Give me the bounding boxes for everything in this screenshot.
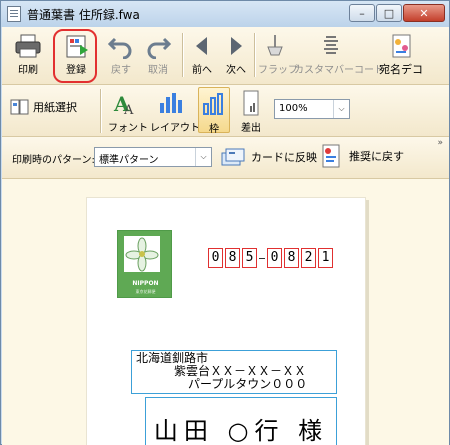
recipient-name-frame[interactable]: 山田 ○行 様 — [145, 397, 337, 445]
pattern-toolbar: 印刷時のパターン: 標準パターン ⌵ カードに反映 推奨に戻す » — [2, 137, 449, 179]
address-frame[interactable]: 北海道釧路市 紫雲台ＸＸ－ＸＸ－ＸＸ パープルタウン０００ — [131, 350, 337, 394]
frame-button[interactable]: 枠 — [198, 87, 230, 135]
triangle-left-icon — [196, 37, 207, 55]
deco-card-icon — [392, 34, 411, 58]
apply-to-card-button[interactable]: カードに反映 — [220, 145, 317, 169]
stamp-country: NIPPON — [132, 280, 159, 287]
paper-select-button[interactable]: 用紙選択 — [10, 97, 77, 117]
zip-digit: 5 — [242, 248, 257, 268]
custom-barcode-button[interactable]: カスタマバーコード — [294, 33, 384, 76]
print-button[interactable]: 印刷 — [10, 33, 46, 76]
triangle-right-icon — [231, 37, 242, 55]
flap-button[interactable]: フラップ — [258, 33, 298, 76]
postcard: NIPPON 東京花郵便 0 8 5 0 8 2 1 北海道釧路市 紫雲台ＸＸ－… — [86, 197, 366, 445]
zip-dash — [259, 257, 265, 259]
toolbar-separator — [182, 33, 183, 77]
stamp-subtitle: 東京花郵便 — [135, 289, 156, 294]
undo-arrow-icon — [108, 37, 132, 59]
previous-button[interactable]: 前へ — [188, 33, 216, 76]
redo-arrow-icon — [147, 37, 171, 59]
toolbar-separator — [100, 89, 101, 133]
flap-lamp-icon — [267, 35, 283, 56]
main-toolbar: 印刷 登録 戻す 取消 前へ 次へ フラップ カスタマバーコード 宛名デコ — [2, 27, 449, 85]
zip-digit: 0 — [208, 248, 223, 268]
zip-digit: 8 — [225, 248, 240, 268]
address-line: パープルタウン０００ — [188, 377, 308, 391]
toolbar-overflow-chevron-icon[interactable]: » — [437, 138, 443, 148]
preview-area: NIPPON 東京花郵便 0 8 5 0 8 2 1 北海道釧路市 紫雲台ＸＸ－… — [2, 179, 449, 445]
minimize-button[interactable]: – — [349, 4, 375, 22]
barcode-icon — [324, 36, 338, 54]
apply-cards-icon — [221, 148, 245, 166]
next-button[interactable]: 次へ — [222, 33, 250, 76]
svg-text:A: A — [123, 103, 134, 117]
paper-select-icon — [10, 99, 29, 115]
frame-icon — [203, 93, 223, 115]
revert-recommended-button[interactable]: 推奨に戻す — [318, 143, 404, 169]
maximize-button[interactable]: □ — [376, 4, 402, 22]
chevron-down-icon: ⌵ — [333, 100, 349, 118]
flower-stamp-icon — [124, 236, 160, 272]
zip-digit: 8 — [284, 248, 299, 268]
toolbar-separator — [254, 33, 255, 77]
title-bar: 普通葉書 住所録.fwa – □ ✕ — [1, 1, 449, 27]
zip-digit: 1 — [318, 248, 333, 268]
format-toolbar: 用紙選択 A A フォント レイアウト 枠 差出 100% ⌵ — [2, 85, 449, 137]
printer-icon — [15, 34, 41, 58]
addressee-deco-button[interactable]: 宛名デコ — [376, 33, 426, 77]
document-icon — [7, 6, 21, 22]
print-pattern-label: 印刷時のパターン: — [12, 155, 95, 166]
zoom-select[interactable]: 100% ⌵ — [274, 99, 350, 119]
app-window: 普通葉書 住所録.fwa – □ ✕ 印刷 登録 戻す 取消 前へ 次へ フラッ… — [0, 0, 450, 445]
chevron-down-icon: ⌵ — [195, 148, 211, 166]
revert-card-icon — [322, 144, 340, 168]
recipient-name: 山田 ○行 様 — [153, 416, 329, 445]
layout-icon — [160, 93, 182, 113]
pattern-select[interactable]: 標準パターン ⌵ — [94, 147, 212, 167]
font-button[interactable]: A A フォント — [108, 89, 148, 134]
undo-button[interactable]: 戻す — [106, 33, 136, 76]
font-icon: A A — [113, 92, 134, 117]
window-title: 普通葉書 住所録.fwa — [27, 7, 140, 22]
zip-digit: 2 — [301, 248, 316, 268]
sender-card-icon — [243, 90, 259, 116]
layout-button[interactable]: レイアウト — [150, 89, 200, 134]
postal-code: 0 8 5 0 8 2 1 — [208, 248, 335, 268]
redo-button[interactable]: 取消 — [142, 33, 174, 76]
window-controls: – □ ✕ — [348, 4, 445, 22]
close-button[interactable]: ✕ — [403, 4, 445, 22]
register-highlight — [53, 29, 97, 83]
zip-digit: 0 — [267, 248, 282, 268]
sender-button[interactable]: 差出 — [236, 89, 266, 134]
postage-stamp: NIPPON 東京花郵便 — [117, 230, 172, 298]
